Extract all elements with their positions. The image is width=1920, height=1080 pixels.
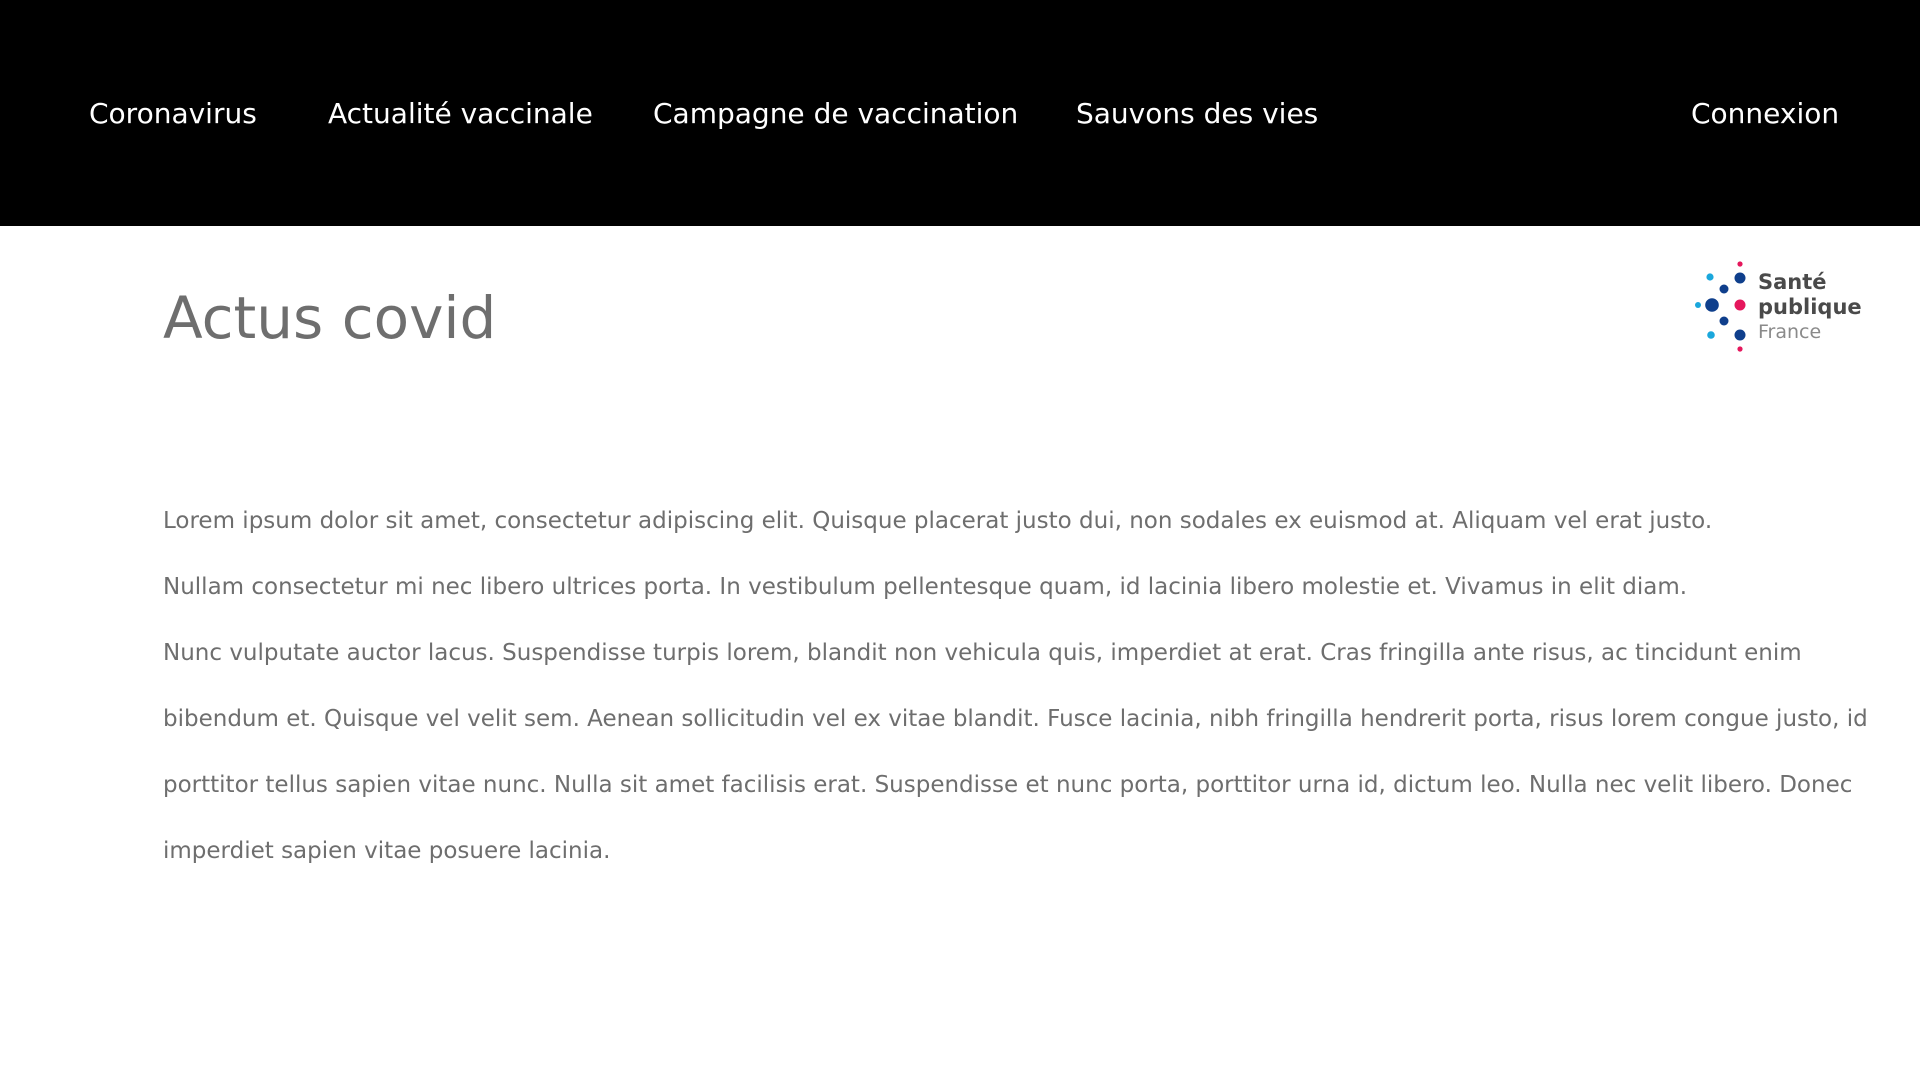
article-paragraph: Nullam consectetur mi nec libero ultrice… — [163, 574, 1688, 600]
logo-dot — [1706, 273, 1714, 281]
nav-item-sauvons-des-vies[interactable]: Sauvons des vies — [1076, 97, 1318, 131]
sante-publique-france-logo: Santé publique France — [1690, 258, 1862, 354]
nav-item-coronavirus[interactable]: Coronavirus — [89, 97, 257, 131]
logo-dot — [1737, 346, 1743, 352]
logo-text-line: France — [1758, 321, 1822, 343]
logo-text-line: Santé — [1758, 270, 1827, 294]
logo-text-line: publique — [1758, 295, 1862, 319]
logo-dot — [1719, 316, 1729, 326]
logo-dot — [1719, 284, 1729, 294]
logo-dot — [1705, 298, 1719, 312]
logo-dot — [1734, 329, 1746, 341]
logo-dot — [1734, 272, 1746, 284]
nav-item-actualite-vaccinale[interactable]: Actualité vaccinale — [328, 97, 593, 131]
logo-dot — [1695, 302, 1701, 308]
login-link[interactable]: Connexion — [1691, 97, 1839, 131]
nav-item-campagne-de-vaccination[interactable]: Campagne de vaccination — [653, 97, 1018, 131]
article-paragraph: Lorem ipsum dolor sit amet, consectetur … — [163, 508, 1713, 534]
logo-dots-icon — [1695, 261, 1746, 352]
logo-dot — [1734, 299, 1746, 311]
logo-dot — [1707, 331, 1715, 339]
article-paragraph: Nunc vulputate auctor lacus. Suspendisse… — [163, 640, 1868, 864]
logo-dot — [1737, 261, 1743, 267]
top-navigation-bar: Coronavirus Actualité vaccinale Campagne… — [0, 0, 1920, 226]
page-title: Actus covid — [163, 284, 497, 352]
article-content: Lorem ipsum dolor sit amet, consectetur … — [163, 488, 1883, 884]
